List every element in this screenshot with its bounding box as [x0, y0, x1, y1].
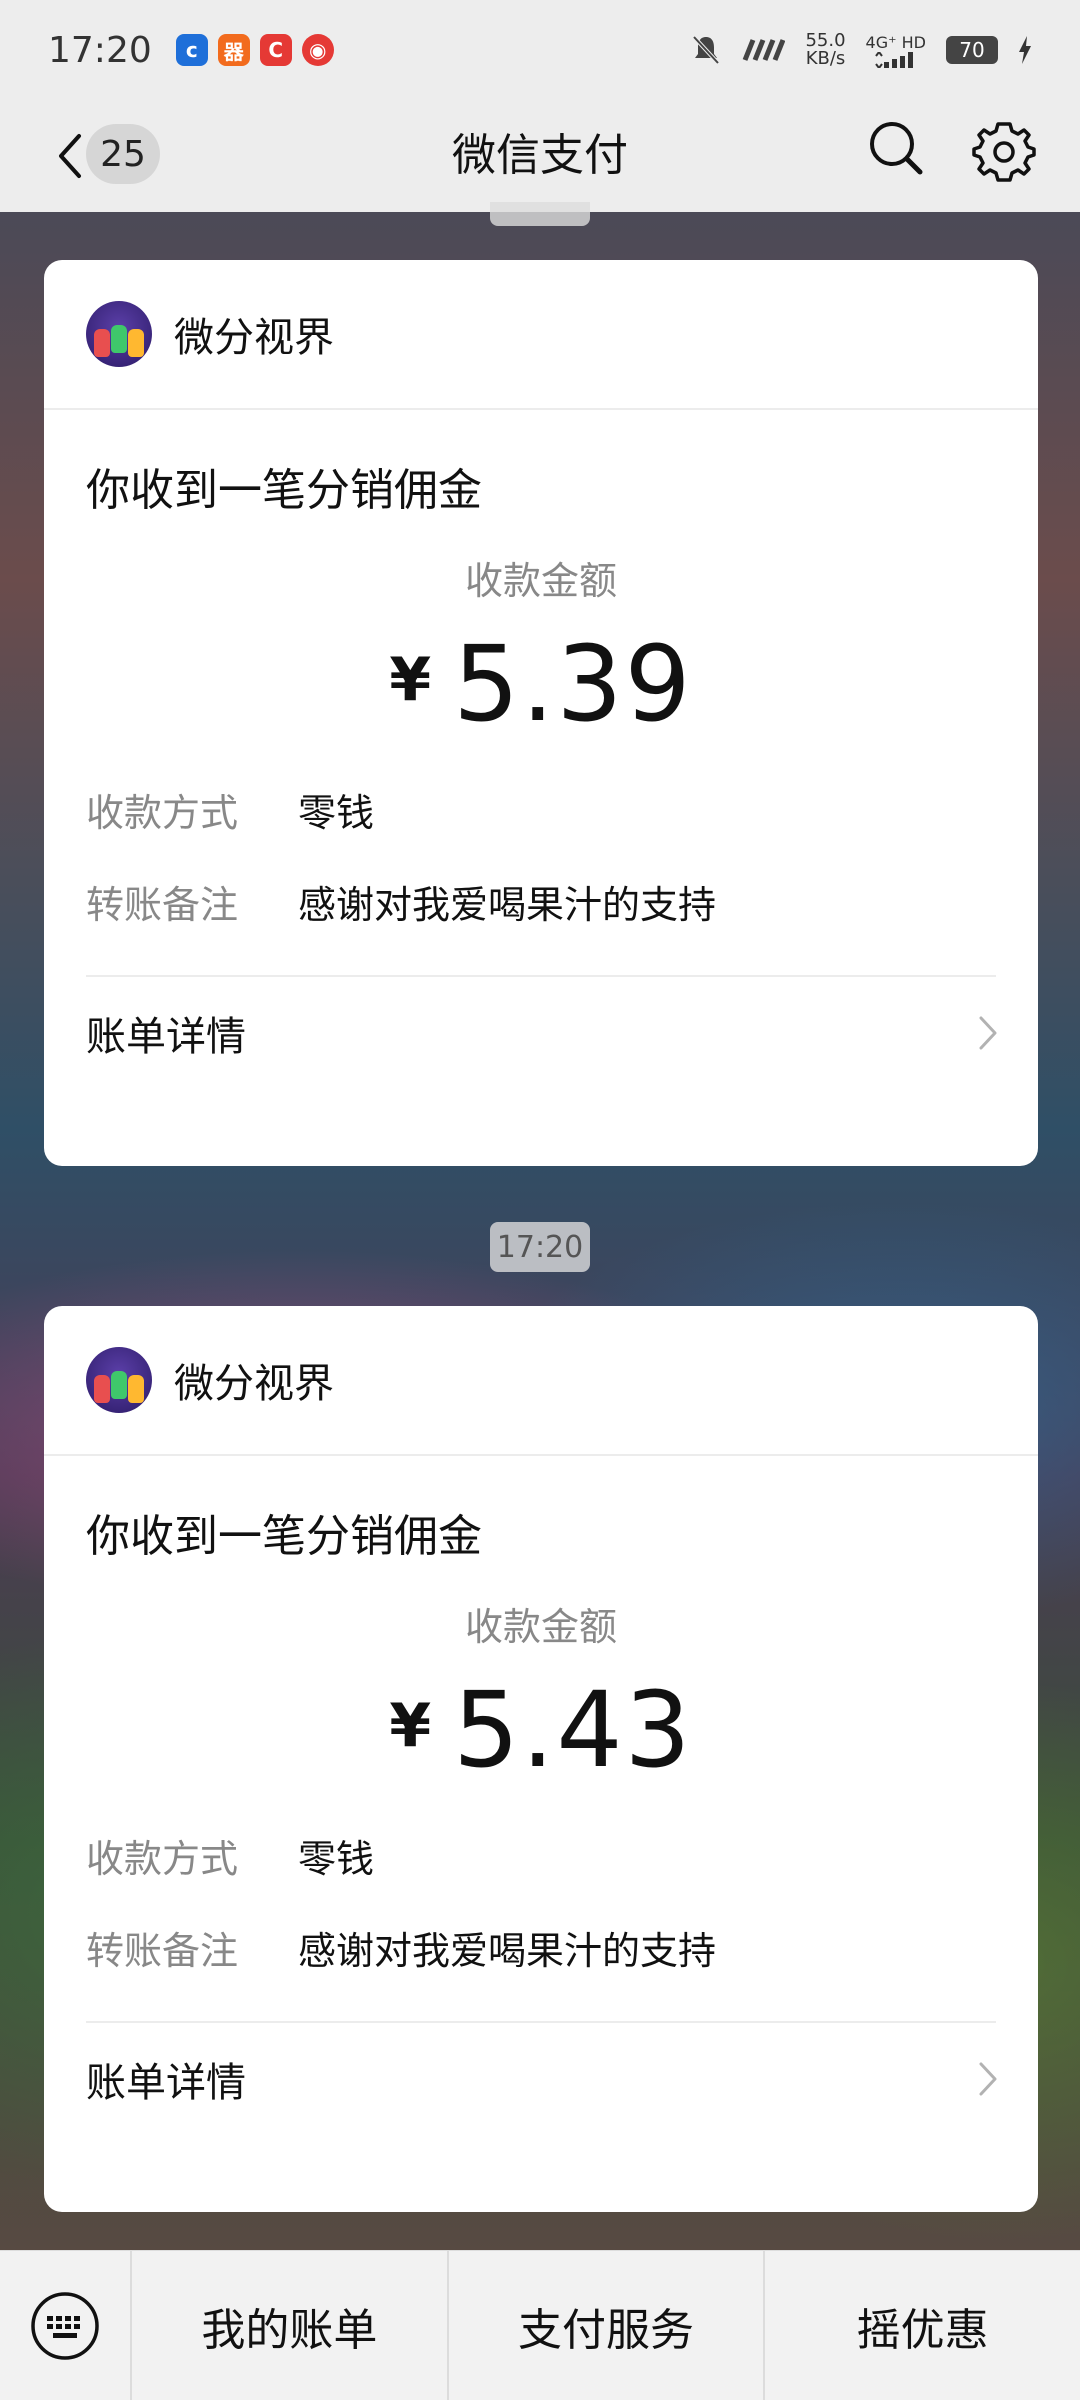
- signal-indicator: 4G⁺ HD: [866, 33, 926, 68]
- merchant-name: 微分视界: [174, 1361, 334, 1407]
- gear-icon: [972, 122, 1036, 182]
- status-time: 17:20: [48, 29, 152, 71]
- transfer-note-key: 转账备注: [86, 1928, 239, 1973]
- keyboard-icon: [31, 2291, 99, 2360]
- message-title: 你收到一笔分销佣金: [86, 465, 482, 516]
- unread-count-badge[interactable]: 25: [86, 124, 160, 184]
- merchant-header[interactable]: 微分视界: [44, 260, 1038, 410]
- amount-label: 收款金额: [464, 559, 617, 603]
- notification-icons: c 器 C ◉: [175, 34, 334, 66]
- transfer-note-value: 感谢对我爱喝果汁的支持: [298, 882, 717, 927]
- app-notification-icon: ◉: [301, 34, 334, 66]
- battery-indicator: 70: [946, 36, 998, 64]
- payment-method-key: 收款方式: [86, 1836, 239, 1881]
- bill-detail-label: 账单详情: [86, 2060, 246, 2106]
- service-menu-bar: 我的账单 支付服务 摇优惠: [0, 2250, 1080, 2400]
- amount-display: ¥ 5.43: [44, 1669, 1038, 1791]
- transfer-note-key: 转账备注: [86, 882, 239, 927]
- merchant-avatar: [86, 301, 152, 367]
- signal-bars-icon: [874, 51, 913, 68]
- amount-label: 收款金额: [464, 1605, 617, 1649]
- amount-display: ¥ 5.39: [44, 623, 1038, 745]
- payment-message-card[interactable]: 微分视界 你收到一笔分销佣金 收款金额 ¥ 5.43 收款方式 零钱 转账备注 …: [44, 1306, 1038, 2212]
- status-bar: 17:20 c 器 C ◉ 55.0 KB/s 4G⁺ HD 70: [0, 0, 1080, 100]
- keyboard-toggle-button[interactable]: [0, 2251, 130, 2400]
- payment-method-value: 零钱: [298, 1836, 375, 1881]
- message-title: 你收到一笔分销佣金: [86, 1511, 482, 1562]
- wifi-speed-icon: [743, 39, 786, 61]
- net-speed: 55.0 KB/s: [805, 32, 845, 68]
- chevron-right-icon: [979, 1016, 997, 1050]
- merchant-name: 微分视界: [174, 315, 334, 361]
- mute-icon: [692, 35, 720, 65]
- merchant-avatar: [86, 1347, 152, 1413]
- app-notification-icon: c: [175, 34, 208, 66]
- currency-symbol: ¥: [389, 645, 432, 715]
- payment-method-row: 收款方式 零钱: [44, 1809, 1038, 1901]
- payment-method-row: 收款方式 零钱: [44, 763, 1038, 855]
- transfer-note-row: 转账备注 感谢对我爱喝果汁的支持: [44, 855, 1038, 947]
- menu-my-bills[interactable]: 我的账单: [130, 2250, 447, 2400]
- transfer-note-value: 感谢对我爱喝果汁的支持: [298, 1928, 717, 1973]
- charging-icon: [1019, 36, 1031, 64]
- transfer-note-row: 转账备注 感谢对我爱喝果汁的支持: [44, 1901, 1038, 1993]
- merchant-header[interactable]: 微分视界: [44, 1306, 1038, 1456]
- signal-label: 4G⁺ HD: [865, 32, 926, 52]
- chevron-right-icon: [979, 2062, 997, 2096]
- payment-method-value: 零钱: [298, 790, 375, 835]
- app-notification-icon: 器: [217, 34, 250, 66]
- amount-value: 5.39: [453, 623, 693, 745]
- net-speed-unit: KB/s: [805, 48, 846, 69]
- search-button[interactable]: [866, 118, 926, 178]
- menu-payment-services[interactable]: 支付服务: [446, 2250, 764, 2400]
- amount-value: 5.43: [453, 1669, 693, 1791]
- settings-button[interactable]: [972, 118, 1036, 182]
- payment-message-card[interactable]: 微分视界 你收到一笔分销佣金 收款金额 ¥ 5.39 收款方式 零钱 转账备注 …: [44, 260, 1038, 1166]
- bill-detail-link[interactable]: 账单详情: [44, 977, 1038, 1089]
- search-icon: [870, 122, 923, 175]
- timestamp-chip-partial: [490, 202, 590, 226]
- menu-shake-deals[interactable]: 摇优惠: [763, 2250, 1080, 2400]
- payment-method-key: 收款方式: [86, 790, 239, 835]
- bill-detail-link[interactable]: 账单详情: [44, 2023, 1038, 2135]
- bill-detail-label: 账单详情: [86, 1014, 246, 1060]
- currency-symbol: ¥: [389, 1691, 432, 1761]
- message-timestamp: 17:20: [490, 1222, 590, 1272]
- app-notification-icon: C: [259, 34, 292, 66]
- chevron-left-icon: [59, 134, 81, 178]
